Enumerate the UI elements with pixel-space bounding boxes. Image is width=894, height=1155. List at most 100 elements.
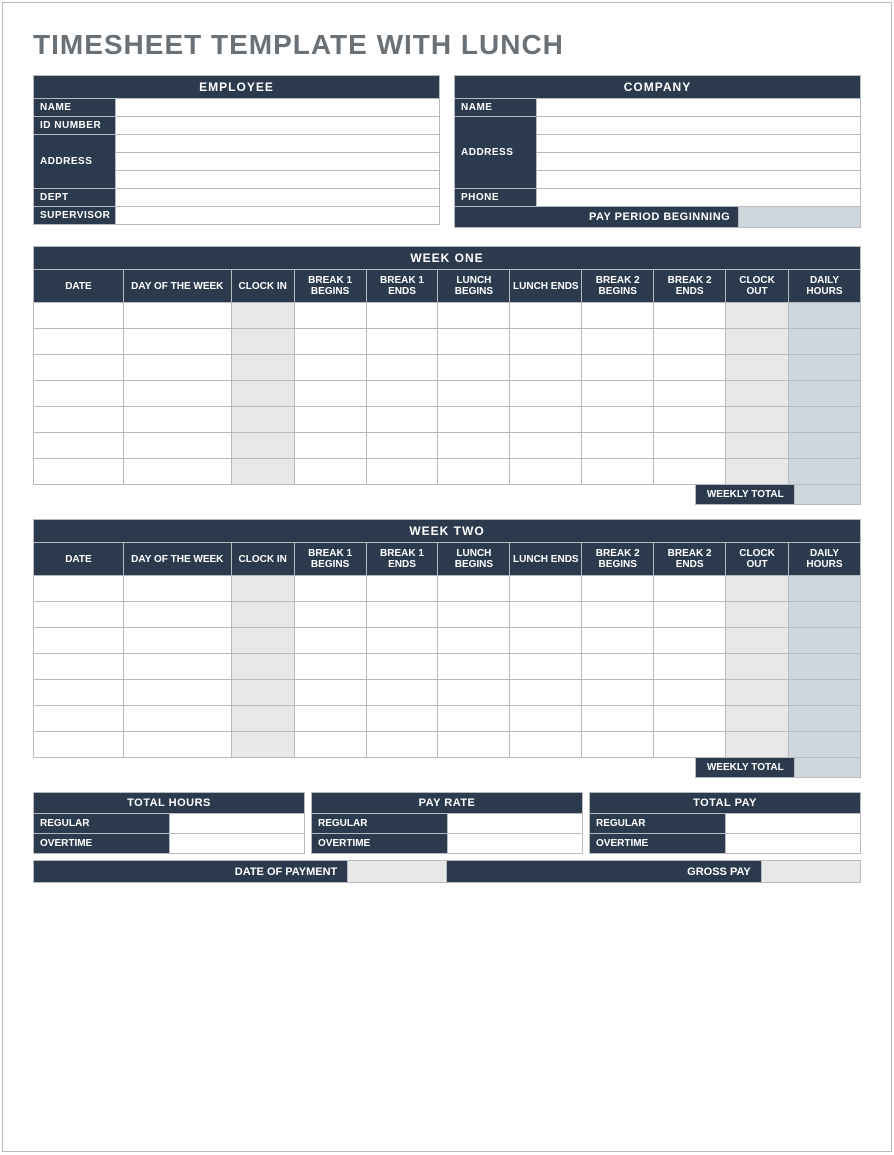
company-address3-field[interactable] — [537, 153, 861, 171]
cell[interactable] — [366, 459, 438, 485]
company-name-field[interactable] — [537, 99, 861, 117]
cell[interactable] — [726, 381, 789, 407]
cell[interactable] — [654, 628, 726, 654]
cell[interactable] — [366, 628, 438, 654]
company-phone-field[interactable] — [537, 189, 861, 207]
employee-address3-field[interactable] — [116, 171, 440, 189]
cell[interactable] — [788, 706, 860, 732]
cell[interactable] — [788, 654, 860, 680]
cell[interactable] — [582, 576, 654, 602]
cell[interactable] — [788, 602, 860, 628]
tp-regular-field[interactable] — [725, 814, 861, 834]
cell[interactable] — [654, 407, 726, 433]
cell[interactable] — [510, 407, 582, 433]
cell[interactable] — [788, 407, 860, 433]
cell[interactable] — [582, 355, 654, 381]
cell[interactable] — [438, 459, 510, 485]
cell[interactable] — [654, 732, 726, 758]
employee-dept-field[interactable] — [116, 189, 440, 207]
cell[interactable] — [366, 602, 438, 628]
cell[interactable] — [726, 732, 789, 758]
cell[interactable] — [654, 381, 726, 407]
cell[interactable] — [294, 680, 366, 706]
cell[interactable] — [438, 628, 510, 654]
cell[interactable] — [366, 576, 438, 602]
cell[interactable] — [34, 576, 124, 602]
company-address4-field[interactable] — [537, 171, 861, 189]
employee-name-field[interactable] — [116, 99, 440, 117]
cell[interactable] — [788, 459, 860, 485]
cell[interactable] — [294, 602, 366, 628]
cell[interactable] — [366, 381, 438, 407]
cell[interactable] — [510, 433, 582, 459]
week-two-total-value[interactable] — [795, 758, 861, 778]
cell[interactable] — [582, 381, 654, 407]
cell[interactable] — [34, 628, 124, 654]
cell[interactable] — [123, 732, 231, 758]
cell[interactable] — [123, 355, 231, 381]
cell[interactable] — [34, 407, 124, 433]
cell[interactable] — [510, 303, 582, 329]
cell[interactable] — [726, 329, 789, 355]
cell[interactable] — [582, 732, 654, 758]
cell[interactable] — [654, 576, 726, 602]
cell[interactable] — [294, 407, 366, 433]
cell[interactable] — [510, 459, 582, 485]
cell[interactable] — [654, 680, 726, 706]
cell[interactable] — [294, 381, 366, 407]
cell[interactable] — [438, 654, 510, 680]
cell[interactable] — [510, 602, 582, 628]
cell[interactable] — [231, 433, 294, 459]
cell[interactable] — [510, 628, 582, 654]
tp-overtime-field[interactable] — [725, 834, 861, 854]
cell[interactable] — [366, 654, 438, 680]
cell[interactable] — [788, 303, 860, 329]
cell[interactable] — [726, 706, 789, 732]
cell[interactable] — [34, 459, 124, 485]
company-address1-field[interactable] — [537, 117, 861, 135]
cell[interactable] — [654, 459, 726, 485]
cell[interactable] — [438, 381, 510, 407]
cell[interactable] — [123, 459, 231, 485]
cell[interactable] — [726, 355, 789, 381]
cell[interactable] — [34, 381, 124, 407]
cell[interactable] — [34, 329, 124, 355]
cell[interactable] — [582, 303, 654, 329]
cell[interactable] — [438, 407, 510, 433]
cell[interactable] — [788, 680, 860, 706]
cell[interactable] — [582, 329, 654, 355]
cell[interactable] — [366, 706, 438, 732]
cell[interactable] — [788, 628, 860, 654]
cell[interactable] — [366, 680, 438, 706]
company-address2-field[interactable] — [537, 135, 861, 153]
cell[interactable] — [294, 576, 366, 602]
cell[interactable] — [726, 628, 789, 654]
cell[interactable] — [726, 459, 789, 485]
cell[interactable] — [294, 459, 366, 485]
cell[interactable] — [654, 706, 726, 732]
cell[interactable] — [582, 459, 654, 485]
cell[interactable] — [788, 732, 860, 758]
cell[interactable] — [726, 433, 789, 459]
cell[interactable] — [34, 355, 124, 381]
cell[interactable] — [788, 381, 860, 407]
cell[interactable] — [123, 706, 231, 732]
cell[interactable] — [34, 706, 124, 732]
cell[interactable] — [231, 355, 294, 381]
cell[interactable] — [34, 680, 124, 706]
cell[interactable] — [510, 706, 582, 732]
cell[interactable] — [510, 576, 582, 602]
cell[interactable] — [654, 602, 726, 628]
cell[interactable] — [582, 602, 654, 628]
cell[interactable] — [438, 303, 510, 329]
week-one-total-value[interactable] — [795, 485, 861, 505]
cell[interactable] — [231, 329, 294, 355]
cell[interactable] — [294, 355, 366, 381]
cell[interactable] — [654, 303, 726, 329]
cell[interactable] — [366, 355, 438, 381]
cell[interactable] — [726, 654, 789, 680]
cell[interactable] — [123, 680, 231, 706]
cell[interactable] — [34, 732, 124, 758]
cell[interactable] — [438, 602, 510, 628]
cell[interactable] — [294, 654, 366, 680]
